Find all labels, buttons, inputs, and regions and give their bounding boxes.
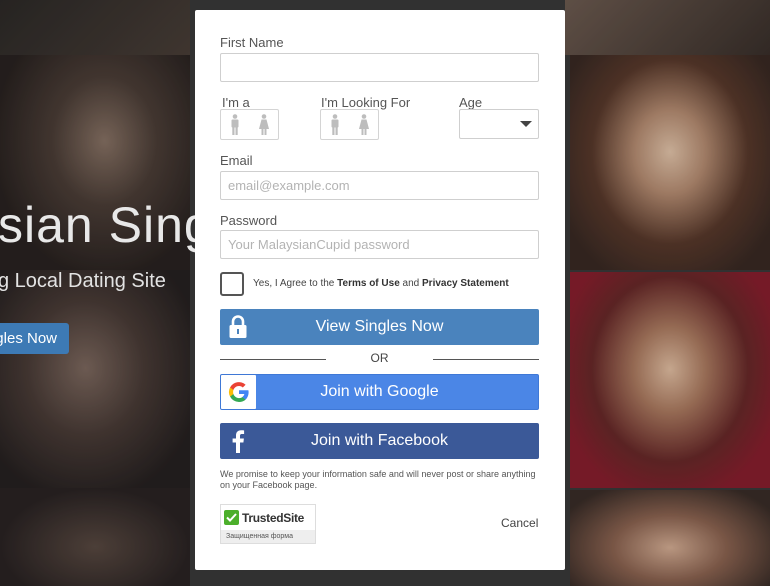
- female-icon: [358, 113, 369, 135]
- im-a-gender-selector: [220, 109, 279, 140]
- google-label: Join with Google: [320, 383, 439, 400]
- hero-view-singles-button[interactable]: gles Now: [0, 323, 69, 354]
- first-name-label: First Name: [220, 35, 284, 50]
- view-singles-button[interactable]: View Singles Now: [220, 309, 539, 345]
- cancel-button[interactable]: Cancel: [501, 516, 538, 530]
- check-icon: [224, 510, 239, 525]
- first-name-input[interactable]: [220, 53, 539, 82]
- password-field[interactable]: Your MalaysianCupid password: [220, 230, 539, 259]
- email-label: Email: [220, 153, 253, 168]
- female-option[interactable]: [350, 110, 379, 139]
- password-label: Password: [220, 213, 278, 228]
- looking-for-label: I'm Looking For: [321, 95, 411, 110]
- looking-for-gender-selector: [320, 109, 379, 140]
- chevron-down-icon: [520, 121, 532, 127]
- trustedsite-name: TrustedSite: [242, 510, 305, 525]
- male-icon: [331, 113, 339, 135]
- privacy-promise-text: We promise to keep your information safe…: [220, 469, 536, 490]
- female-icon: [258, 113, 269, 135]
- or-divider: OR: [220, 351, 539, 367]
- join-google-button[interactable]: Join with Google: [220, 374, 539, 410]
- im-a-label: I'm a: [222, 95, 250, 110]
- age-label: Age: [459, 95, 483, 110]
- agree-checkbox[interactable]: [220, 272, 244, 296]
- trustedsite-caption: Защищенная форма: [221, 530, 315, 543]
- male-icon: [231, 113, 239, 135]
- hero-subtitle: g Local Dating Site: [0, 270, 166, 292]
- lock-icon: [220, 309, 256, 345]
- or-text: OR: [370, 351, 389, 365]
- signup-modal: First Name I'm a I'm Looking For Age Ema…: [195, 10, 565, 570]
- facebook-label: Join with Facebook: [311, 432, 448, 449]
- view-singles-label: View Singles Now: [315, 318, 444, 335]
- join-facebook-button[interactable]: Join with Facebook: [220, 423, 539, 459]
- email-field[interactable]: email@example.com: [220, 171, 539, 200]
- age-select[interactable]: [459, 109, 539, 139]
- male-option[interactable]: [321, 110, 350, 139]
- agree-text: Yes, I Agree to the Terms of Use and Pri…: [253, 278, 509, 289]
- facebook-icon: [220, 423, 256, 459]
- hero-title: sian Sing: [0, 197, 213, 253]
- male-option[interactable]: [221, 110, 250, 139]
- privacy-statement-link[interactable]: Privacy Statement: [422, 278, 509, 289]
- google-icon: [221, 375, 256, 409]
- female-option[interactable]: [250, 110, 279, 139]
- trustedsite-badge[interactable]: TrustedSite Защищенная форма: [220, 504, 316, 544]
- terms-of-use-link[interactable]: Terms of Use: [337, 278, 400, 289]
